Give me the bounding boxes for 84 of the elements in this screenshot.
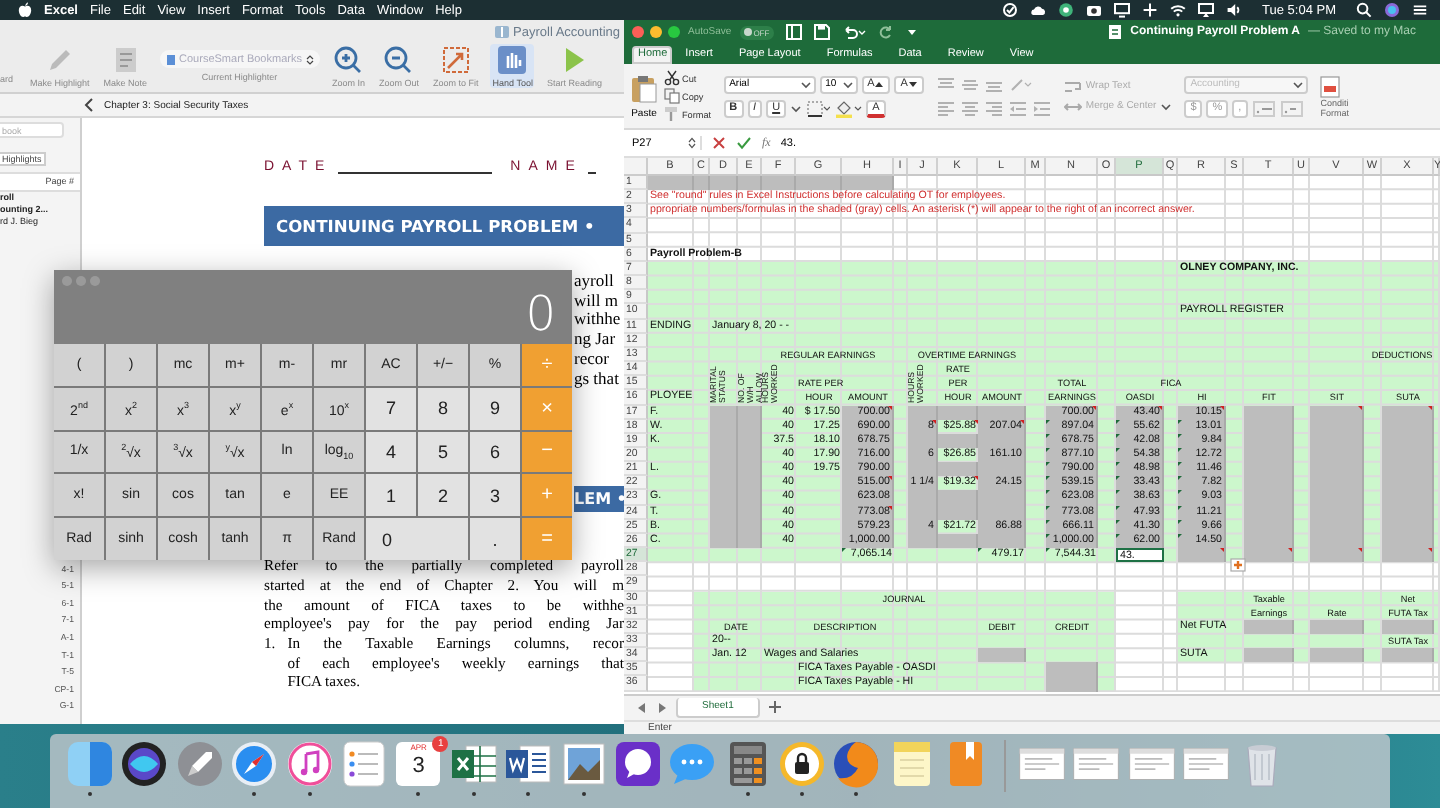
save-icon[interactable] <box>813 24 830 40</box>
bookmark-icon <box>165 53 176 65</box>
calculator-key[interactable]: . <box>470 518 520 560</box>
text-line: gs that <box>574 369 621 389</box>
speech-bubble-icon[interactable] <box>613 740 662 788</box>
spreadsheet-icon[interactable] <box>449 740 498 788</box>
decimal-increase-icon[interactable] <box>1251 99 1276 117</box>
table-icon <box>1320 75 1341 97</box>
search-icon[interactable] <box>1356 2 1372 18</box>
calculator-key[interactable]: 9 <box>470 387 520 430</box>
volume-icon[interactable] <box>1226 2 1243 18</box>
cancel-icon[interactable] <box>712 136 726 150</box>
caret-up-icon <box>874 80 885 88</box>
document-icon[interactable] <box>504 740 553 788</box>
orb-icon[interactable] <box>120 740 169 788</box>
cloud-icon[interactable] <box>1030 2 1047 18</box>
calculator-key[interactable]: 8 <box>418 387 468 430</box>
next-sheet-icon[interactable] <box>656 701 668 714</box>
section-banner: CONTINUING PAYROLL PROBLEM • <box>264 206 624 246</box>
redo-icon[interactable] <box>877 24 894 40</box>
calculator-key[interactable]: 4 <box>366 431 416 473</box>
caret-icon[interactable] <box>790 103 803 113</box>
calculator-key[interactable]: 6 <box>470 431 520 473</box>
book-icon <box>493 24 510 40</box>
zoom-button[interactable] <box>668 26 680 38</box>
airplay-icon[interactable] <box>1198 2 1215 18</box>
circle-icon[interactable] <box>1058 2 1075 18</box>
music-note-icon[interactable] <box>285 740 334 788</box>
check-icon[interactable] <box>736 136 752 150</box>
status-check-icon[interactable] <box>1002 2 1019 18</box>
text-line: ng Jar <box>574 330 618 350</box>
zoom-out-icon <box>382 44 415 76</box>
orb-icon[interactable] <box>1384 2 1400 18</box>
text-line: will m <box>574 291 620 311</box>
close-button[interactable] <box>632 26 644 38</box>
menu-icon[interactable] <box>1412 2 1428 18</box>
plus-move-icon[interactable] <box>1142 2 1159 18</box>
photo-icon[interactable] <box>559 740 608 788</box>
camera-icon[interactable] <box>1086 2 1103 18</box>
wrap-icon <box>1063 79 1082 93</box>
caret-icon[interactable] <box>905 26 918 38</box>
fill-color-icon[interactable] <box>834 99 863 117</box>
caret-icon <box>907 80 918 88</box>
undo-icon[interactable] <box>841 24 866 40</box>
plus-icon[interactable] <box>767 700 782 715</box>
copy-icon <box>664 88 680 104</box>
hand-icon <box>496 44 529 76</box>
border-icon[interactable] <box>806 99 831 117</box>
caret-icon <box>1292 79 1305 89</box>
caret-icon <box>841 79 854 89</box>
calculator-key[interactable]: 5 <box>418 431 468 473</box>
day-label: 3 <box>412 754 425 780</box>
calculator-key[interactable]: 7 <box>366 387 416 430</box>
monitor-icon[interactable] <box>1114 2 1131 18</box>
clipboard-icon <box>630 73 658 103</box>
stepper-icon <box>305 53 314 65</box>
stepper-icon <box>688 136 696 150</box>
sidebar-icon[interactable] <box>785 24 802 40</box>
back-icon[interactable] <box>84 98 94 112</box>
decimal-decrease-icon[interactable] <box>1279 99 1304 117</box>
scissors-icon <box>664 70 680 86</box>
text-line: withhe <box>574 310 623 331</box>
minimize-button[interactable] <box>650 26 662 38</box>
text-line: ayroll <box>574 272 616 292</box>
brush-icon <box>664 106 680 122</box>
zoom-in-icon <box>332 44 365 76</box>
calculator-key[interactable]: 2 <box>418 474 468 517</box>
section-banner: LEM • <box>574 486 624 513</box>
display-value: 0 <box>525 288 556 340</box>
prev-sheet-icon[interactable] <box>636 701 648 714</box>
merge-icon <box>1063 99 1082 113</box>
calculator-key[interactable]: 3 <box>470 474 520 517</box>
paste-options-icon[interactable] <box>1230 558 1246 572</box>
list-icon[interactable] <box>339 740 388 788</box>
lock-icon[interactable] <box>778 740 827 788</box>
calculator-key[interactable]: 0 <box>366 518 468 560</box>
compass-icon[interactable] <box>230 740 279 788</box>
apple-icon[interactable] <box>18 2 32 18</box>
caret-icon <box>1160 101 1173 111</box>
caret-icon <box>799 79 812 89</box>
fit-icon <box>439 44 472 76</box>
text-line: recor <box>574 349 611 370</box>
wifi-icon[interactable] <box>1170 2 1187 18</box>
calculator-key[interactable]: 1 <box>366 474 416 517</box>
